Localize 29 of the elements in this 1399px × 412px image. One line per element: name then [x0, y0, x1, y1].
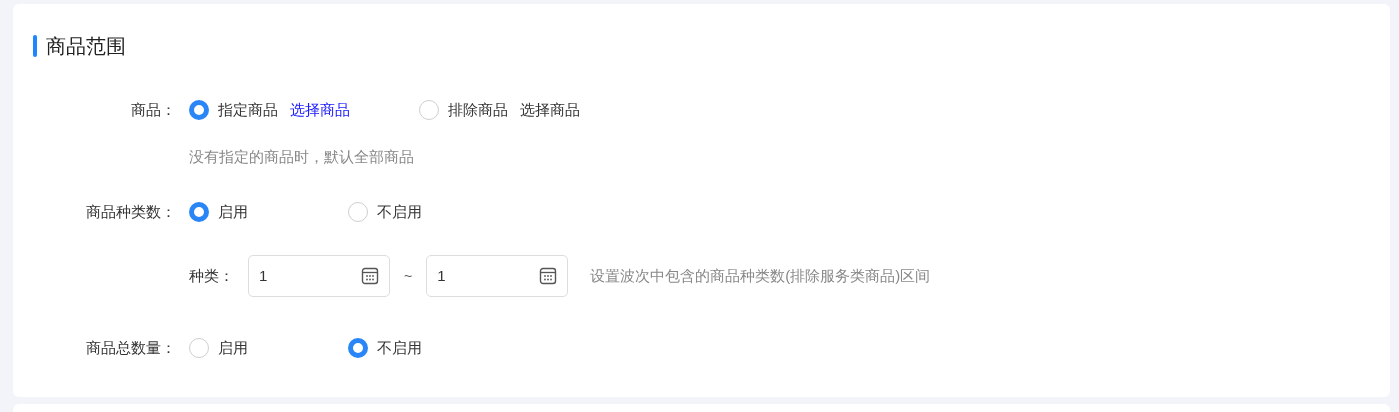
field-label: 商品：: [131, 99, 176, 120]
option-label[interactable]: 排除商品: [448, 98, 508, 122]
input-value: 1: [437, 265, 446, 286]
section-title: 商品范围: [46, 34, 126, 59]
field-label: 商品种类数：: [86, 201, 176, 222]
calendar-icon[interactable]: [539, 267, 558, 285]
hint-text: 设置波次中包含的商品种类数(排除服务类商品)区间: [590, 265, 931, 286]
field-label: 种类：: [189, 265, 234, 286]
radio-button[interactable]: [189, 100, 209, 120]
radio-button[interactable]: [348, 338, 368, 358]
radio-button[interactable]: [348, 202, 368, 222]
radio-button[interactable]: [189, 338, 209, 358]
option-label[interactable]: 不启用: [377, 336, 422, 360]
option-label[interactable]: 启用: [218, 336, 248, 360]
number-input[interactable]: 1: [426, 255, 569, 297]
radio-button[interactable]: [419, 100, 439, 120]
option-label[interactable]: 指定商品: [218, 98, 278, 122]
option-label[interactable]: 启用: [218, 200, 248, 224]
input-value: 1: [259, 265, 268, 286]
select-goods-link[interactable]: 选择商品: [520, 98, 580, 122]
select-goods-link[interactable]: 选择商品: [290, 98, 350, 122]
field-label: 商品总数量：: [86, 337, 176, 358]
title-accent-bar: [33, 35, 37, 57]
hint-text: 没有指定的商品时，默认全部商品: [189, 146, 414, 167]
calendar-icon[interactable]: [361, 267, 379, 285]
range-separator: ~: [404, 266, 413, 286]
option-label[interactable]: 不启用: [377, 200, 422, 224]
number-input[interactable]: 1: [248, 255, 390, 297]
radio-button[interactable]: [189, 202, 209, 222]
